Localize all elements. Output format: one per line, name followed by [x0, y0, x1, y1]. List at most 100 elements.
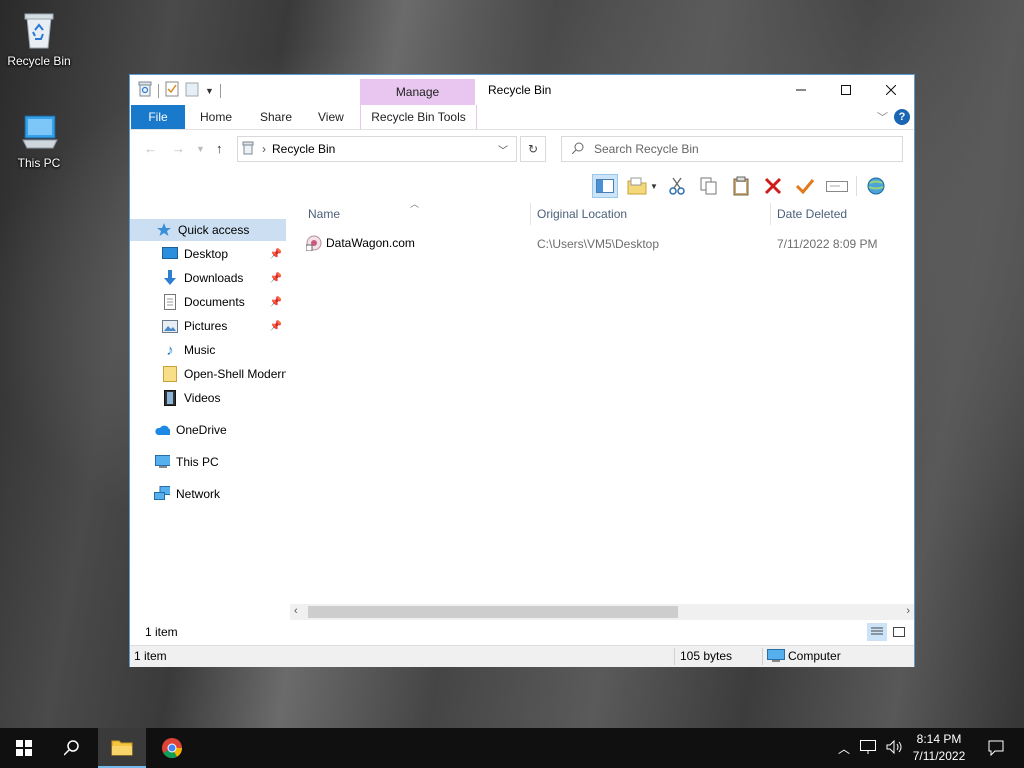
manage-tab[interactable]: Manage [360, 79, 475, 105]
horizontal-scrollbar[interactable]: ‹ › [290, 604, 914, 620]
column-separator[interactable] [530, 203, 531, 225]
tab-view[interactable]: View [308, 105, 354, 129]
film-icon [162, 390, 178, 406]
network-tray-icon[interactable] [860, 739, 877, 757]
notification-icon [988, 740, 1004, 756]
properties-icon[interactable] [165, 81, 179, 100]
help-icon[interactable]: ? [894, 109, 910, 125]
scrollbar-thumb[interactable] [308, 606, 678, 618]
status-divider [674, 648, 675, 665]
tab-file[interactable]: File [131, 105, 185, 129]
file-row[interactable]: DataWagon.com [306, 232, 415, 254]
qat-dropdown-icon[interactable]: ▼ [205, 86, 214, 96]
breadcrumb[interactable]: Recycle Bin [272, 142, 335, 156]
pin-icon[interactable]: 📌 [270, 321, 282, 332]
column-header-name[interactable]: Name [308, 203, 528, 225]
search-icon [64, 740, 79, 756]
rename-icon[interactable] [824, 174, 850, 198]
sidebar-item-downloads[interactable]: Downloads 📌 [130, 267, 286, 289]
back-button[interactable]: ← [144, 141, 157, 156]
cloud-icon [154, 422, 170, 438]
computer-icon [17, 110, 61, 154]
tab-share[interactable]: Share [250, 105, 302, 129]
sidebar-item-label: Pictures [184, 319, 228, 333]
column-header-original-location[interactable]: Original Location [537, 203, 767, 225]
refresh-button[interactable]: ↻ [520, 136, 546, 162]
sidebar-item-documents[interactable]: Documents 📌 [130, 291, 286, 313]
folder-icon [162, 366, 178, 382]
item-count: 1 item [145, 625, 178, 639]
title-bar[interactable]: ▼ Manage Recycle Bin [130, 75, 914, 105]
folder-options-dropdown-icon[interactable]: ▼ [650, 182, 658, 191]
sidebar-item-quick-access[interactable]: Quick access [130, 219, 286, 241]
sidebar-item-label: This PC [176, 455, 219, 469]
sidebar-item-label: Open-Shell Modern [184, 367, 286, 381]
forward-button[interactable]: → [172, 141, 185, 156]
file-explorer-taskbar-button[interactable] [98, 728, 146, 768]
start-button[interactable] [0, 728, 48, 768]
sidebar-item-label: Downloads [184, 271, 244, 285]
navigation-pane-button[interactable] [592, 174, 618, 198]
taskbar-clock[interactable]: 8:14 PM 7/11/2022 [904, 731, 974, 765]
qat-separator [158, 83, 159, 98]
file-date-deleted: 7/11/2022 8:09 PM [777, 237, 878, 251]
sidebar-item-network[interactable]: Network [130, 483, 286, 505]
up-button[interactable]: ↑ [216, 141, 223, 156]
globe-properties-icon[interactable] [863, 174, 889, 198]
sidebar-item-this-pc[interactable]: This PC [130, 451, 286, 473]
window-title: Recycle Bin [488, 83, 552, 97]
address-bar[interactable]: › Recycle Bin ﹀ [237, 136, 517, 162]
address-dropdown-icon[interactable]: ﹀ [498, 142, 508, 157]
scroll-right-icon[interactable]: › [906, 605, 910, 617]
show-hidden-icons-icon[interactable]: ︿ [838, 740, 850, 757]
sidebar-item-pictures[interactable]: Pictures 📌 [130, 315, 286, 337]
sidebar-item-videos[interactable]: Videos [130, 387, 286, 409]
status-divider [762, 648, 763, 665]
quick-access-toolbar: ▼ [138, 81, 221, 100]
tab-recycle-bin-tools[interactable]: Recycle Bin Tools [360, 105, 477, 129]
sidebar-item-desktop[interactable]: Desktop 📌 [130, 243, 286, 265]
file-original-location: C:\Users\VM5\Desktop [537, 237, 660, 251]
pin-icon[interactable]: 📌 [270, 249, 282, 260]
search-input[interactable]: Search Recycle Bin [561, 136, 903, 162]
large-icons-view-button[interactable] [889, 623, 909, 641]
tab-home[interactable]: Home [190, 105, 242, 129]
column-header-date-deleted[interactable]: Date Deleted [777, 203, 907, 225]
search-taskbar-button[interactable] [48, 728, 96, 768]
toolbar-separator [855, 176, 857, 196]
status-size: 105 bytes [680, 649, 733, 663]
expand-ribbon-icon[interactable]: ﹀ [877, 109, 888, 125]
explorer-window: ▼ Manage Recycle Bin File Home Share Vie… [129, 74, 915, 667]
scroll-left-icon[interactable]: ‹ [294, 605, 298, 617]
folder-options-icon[interactable] [624, 174, 650, 198]
navigation-bar: ← → ▼ ↑ › Recycle Bin ﹀ ↻ Search Recycle… [130, 133, 914, 165]
column-separator[interactable] [770, 203, 771, 225]
chrome-taskbar-button[interactable] [148, 728, 196, 768]
search-placeholder: Search Recycle Bin [594, 142, 699, 156]
sidebar-item-music[interactable]: ♪ Music [130, 339, 286, 361]
taskbar: ︿ 8:14 PM 7/11/2022 [0, 728, 1024, 768]
breadcrumb-chevron-icon[interactable]: › [262, 142, 266, 156]
cut-icon[interactable] [664, 174, 690, 198]
recent-locations-icon[interactable]: ▼ [196, 144, 205, 154]
desktop-this-pc[interactable]: This PC [3, 110, 75, 170]
minimize-button[interactable] [778, 75, 824, 105]
sidebar-item-onedrive[interactable]: OneDrive [130, 419, 286, 441]
music-note-icon: ♪ [166, 341, 174, 359]
maximize-button[interactable] [823, 75, 869, 105]
pin-icon[interactable]: 📌 [270, 273, 282, 284]
delete-icon[interactable] [760, 174, 786, 198]
pin-icon[interactable]: 📌 [270, 297, 282, 308]
action-center-button[interactable] [972, 728, 1020, 768]
copy-icon[interactable] [696, 174, 722, 198]
close-button[interactable] [868, 75, 914, 105]
sidebar-item-open-shell[interactable]: Open-Shell Modern [130, 363, 286, 385]
restore-checkmark-icon[interactable] [792, 174, 818, 198]
document-icon [162, 294, 178, 310]
paste-icon[interactable] [728, 174, 754, 198]
details-view-button[interactable] [867, 623, 887, 641]
volume-icon[interactable] [886, 739, 902, 757]
desktop-recycle-bin[interactable]: Recycle Bin [3, 8, 75, 68]
new-folder-icon[interactable] [185, 81, 199, 100]
desktop-icon-label: This PC [17, 156, 61, 170]
